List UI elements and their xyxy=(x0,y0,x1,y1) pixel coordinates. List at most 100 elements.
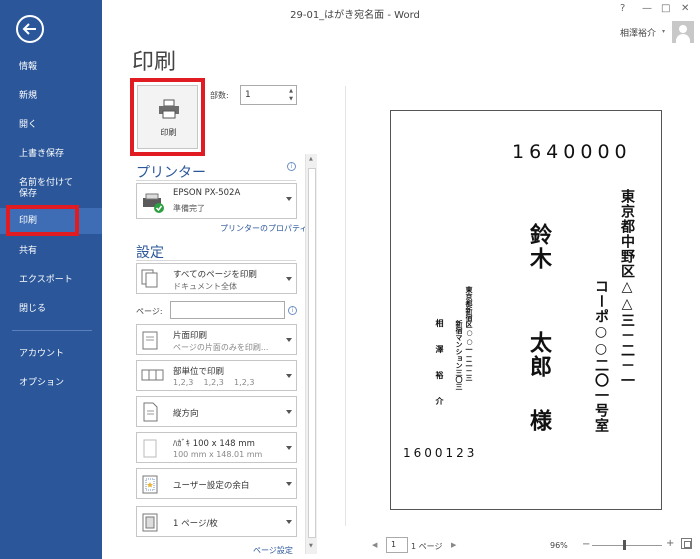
print-button[interactable]: 印刷 xyxy=(130,78,205,156)
margins-label: ユーザー設定の余白 xyxy=(173,481,250,491)
sender-address-line1: 東京都新宿区○○一－二－三 xyxy=(465,286,474,381)
nav-item-save-as[interactable]: 名前を付けて xyxy=(0,178,102,189)
minimize-button[interactable]: — xyxy=(642,3,652,14)
orientation-dropdown[interactable]: 縦方向 xyxy=(136,396,297,427)
paper-icon xyxy=(143,439,157,458)
collate-dropdown[interactable]: 部単位で印刷 1,2,3 1,2,3 1,2,3 xyxy=(136,360,297,391)
chevron-down-icon xyxy=(286,482,292,486)
nav-item-share[interactable]: 共有 xyxy=(0,246,102,257)
restore-button[interactable]: □ xyxy=(661,3,670,14)
printer-section-title: プリンター xyxy=(136,165,206,181)
orientation-label: 縦方向 xyxy=(173,409,199,419)
next-page-button[interactable]: ▶ xyxy=(451,541,456,549)
chevron-down-icon xyxy=(286,410,292,414)
nav-item-save-as-line2[interactable]: 保存 xyxy=(0,189,102,200)
print-button-label: 印刷 xyxy=(160,128,177,137)
pages-icon xyxy=(141,269,158,288)
printer-properties-link[interactable]: プリンターのプロパティ xyxy=(220,223,308,234)
chevron-down-icon xyxy=(286,446,292,450)
copies-value[interactable]: 1 xyxy=(245,90,251,100)
zoom-slider-thumb[interactable] xyxy=(623,540,626,550)
sides-dropdown[interactable]: 片面印刷 ページの片面のみを印刷... xyxy=(136,324,297,355)
scroll-up-icon[interactable]: ▲ xyxy=(309,156,313,162)
one-sided-icon xyxy=(142,331,158,350)
back-arrow-icon xyxy=(22,23,36,35)
nav-item-info[interactable]: 情報 xyxy=(0,62,102,73)
current-page-input[interactable]: 1 xyxy=(386,537,408,553)
sides-label: 片面印刷 xyxy=(173,331,208,341)
printer-icon xyxy=(159,99,179,119)
page-total: 1 ページ xyxy=(411,542,443,551)
printer-dropdown[interactable]: EPSON PX-502A 準備完了 xyxy=(136,183,297,219)
sides-desc: ページの片面のみを印刷... xyxy=(173,343,269,352)
paper-size-dropdown[interactable]: ﾊｶﾞｷ 100 x 148 mm 100 mm x 148.01 mm xyxy=(136,432,297,463)
collate-desc: 1,2,3 1,2,3 1,2,3 xyxy=(173,378,255,387)
avatar[interactable] xyxy=(672,21,694,43)
help-button[interactable]: ? xyxy=(620,3,625,14)
settings-scrollbar[interactable]: ▲ ▼ xyxy=(305,154,317,554)
backstage-nav: 情報 新規 開く 上書き保存 名前を付けて 保存 印刷 共有 エクスポート 閉じ… xyxy=(0,0,102,559)
chevron-down-icon xyxy=(286,197,292,201)
nav-item-open[interactable]: 開く xyxy=(0,120,102,131)
nav-item-options[interactable]: オプション xyxy=(0,378,102,389)
page-per-sheet-icon xyxy=(142,513,158,532)
nav-item-new[interactable]: 新規 xyxy=(0,91,102,102)
page-title: 印刷 xyxy=(132,50,177,75)
nav-print-highlight xyxy=(6,205,79,236)
zoom-level[interactable]: 96% xyxy=(550,541,568,550)
nav-item-account[interactable]: アカウント xyxy=(0,349,102,360)
chevron-down-icon[interactable]: ▾ xyxy=(662,28,665,35)
collate-label: 部単位で印刷 xyxy=(173,367,225,377)
nav-item-close[interactable]: 閉じる xyxy=(0,304,102,315)
spinner-down-icon[interactable]: ▼ xyxy=(289,96,293,102)
spinner-up-icon[interactable]: ▲ xyxy=(289,88,293,94)
pages-per-sheet-dropdown[interactable]: 1 ページ/枚 xyxy=(136,506,297,537)
previous-page-button[interactable]: ◀ xyxy=(372,541,377,549)
recipient-family-name: 鈴木 xyxy=(526,223,552,271)
paper-size-label: ﾊｶﾞｷ 100 x 148 mm xyxy=(173,439,255,449)
user-name[interactable]: 相澤裕介 xyxy=(620,26,656,39)
print-preview-page: 1640000 東京都中野区△△三－二－一 コーポ○○二〇一号室 鈴木 太郎 様… xyxy=(390,110,662,510)
recipient-given-name: 太郎 xyxy=(526,331,552,379)
info-icon[interactable]: i xyxy=(287,162,296,171)
sender-name: 相澤裕介 xyxy=(435,319,445,423)
recipient-honorific: 様 xyxy=(526,409,552,431)
pages-per-sheet-label: 1 ページ/枚 xyxy=(173,519,218,529)
printer-status: 準備完了 xyxy=(173,204,205,213)
nav-separator xyxy=(12,330,92,331)
print-range-dropdown[interactable]: すべてのページを印刷 ドキュメント全体 xyxy=(136,263,297,294)
scroll-down-icon[interactable]: ▼ xyxy=(309,543,313,549)
document-title: 29-01_はがき宛名面 - Word xyxy=(290,10,420,21)
page-setup-link[interactable]: ページ設定 xyxy=(253,545,293,556)
nav-item-export[interactable]: エクスポート xyxy=(0,275,102,286)
zoom-in-button[interactable]: + xyxy=(666,538,674,549)
printer-name: EPSON PX-502A xyxy=(173,188,241,198)
scrollbar-thumb[interactable] xyxy=(308,168,316,538)
chevron-down-icon xyxy=(286,374,292,378)
close-button[interactable]: ✕ xyxy=(681,3,689,14)
margins-dropdown[interactable]: ユーザー設定の余白 xyxy=(136,468,297,499)
collate-icon xyxy=(141,369,164,381)
zoom-slider-track[interactable] xyxy=(592,545,662,546)
info-icon[interactable]: i xyxy=(288,306,297,315)
pages-label: ページ: xyxy=(136,307,163,316)
back-button[interactable] xyxy=(16,15,44,43)
pages-input[interactable] xyxy=(170,301,285,319)
paper-size-desc: 100 mm x 148.01 mm xyxy=(173,450,263,459)
zoom-out-button[interactable]: − xyxy=(582,539,590,550)
section-divider xyxy=(136,180,296,181)
nav-item-save[interactable]: 上書き保存 xyxy=(0,149,102,160)
copies-spinner[interactable]: 1 ▲ ▼ xyxy=(240,85,297,105)
settings-section-title: 設定 xyxy=(136,245,164,261)
recipient-address-line2: コーポ○○二〇一号室 xyxy=(593,279,609,433)
copies-label: 部数: xyxy=(210,91,229,100)
section-divider xyxy=(136,260,296,261)
portrait-icon xyxy=(143,402,158,422)
print-range-label: すべてのページを印刷 xyxy=(173,270,257,280)
print-range-desc: ドキュメント全体 xyxy=(173,282,237,291)
word-backstage-window: 情報 新規 開く 上書き保存 名前を付けて 保存 印刷 共有 エクスポート 閉じ… xyxy=(0,0,700,559)
sender-address-line2: 新宿マンション三〇三 xyxy=(455,320,464,390)
margins-icon xyxy=(142,475,158,494)
chevron-down-icon xyxy=(286,277,292,281)
zoom-to-page-icon[interactable] xyxy=(681,538,692,549)
